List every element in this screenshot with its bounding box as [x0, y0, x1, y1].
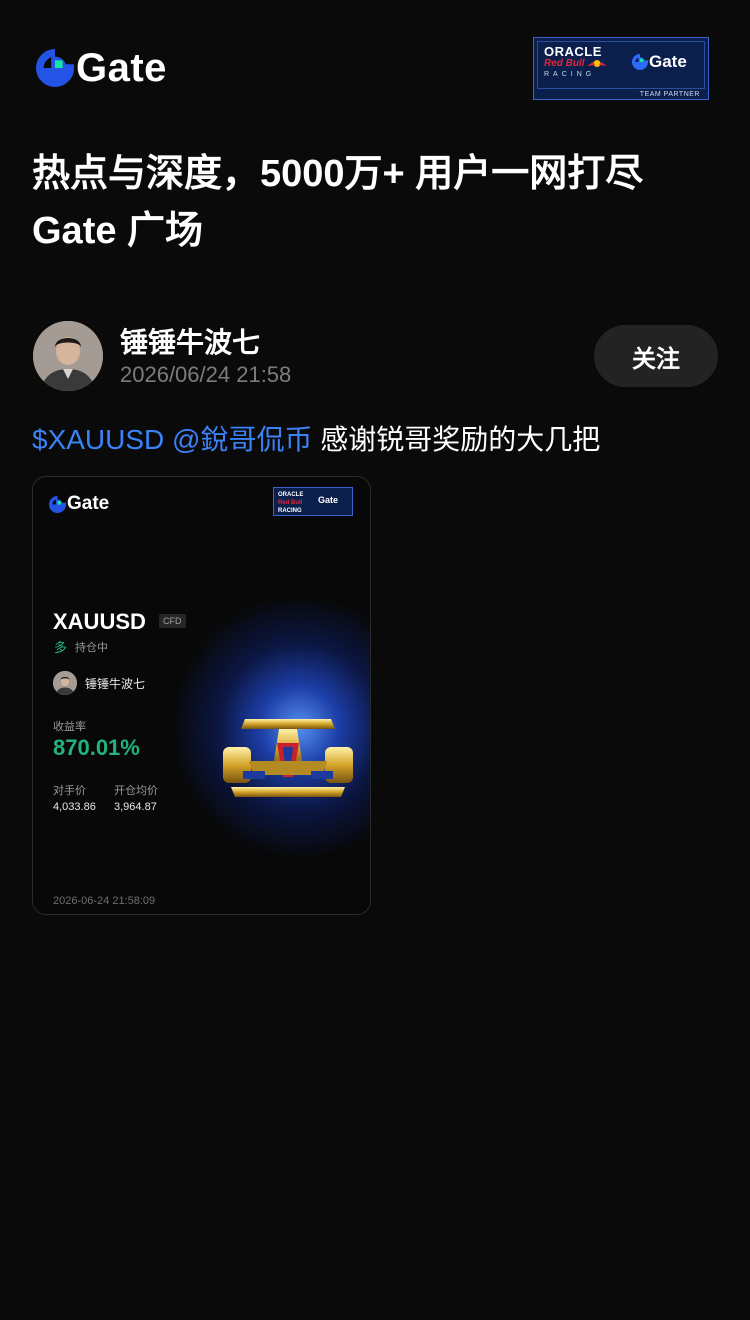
position-status: 持仓中	[75, 642, 108, 654]
badge-gate-text: Gate	[649, 52, 687, 71]
gold-f1-car-image	[223, 719, 353, 797]
post-body-text: 感谢锐哥奖励的大几把	[312, 424, 601, 455]
badge-gate-logo: Gate	[632, 52, 687, 72]
yield-label: 收益率	[53, 721, 86, 733]
team-partner-badge: ORACLE Red Bull RACING Gate TEAM PARTNER	[533, 37, 709, 100]
card-avatar	[53, 671, 77, 695]
card-timestamp: 2026-06-24 21:58:09	[53, 895, 156, 907]
logo-text: Gate	[76, 46, 167, 90]
card-logo-text: Gate	[67, 493, 110, 514]
badge-oracle-text: ORACLE	[544, 44, 602, 59]
entry-price-label: 开仓均价	[114, 785, 158, 797]
card-gate-logo: Gate	[49, 493, 109, 515]
mention-link[interactable]: @銳哥侃币	[172, 424, 312, 455]
mark-price-label: 对手价	[53, 785, 86, 797]
avatar-image	[33, 321, 103, 391]
card-badge-gate: Gate	[318, 495, 339, 505]
header: Gate ORACLE Red Bull RACING Gate TEAM PA…	[0, 0, 750, 140]
post-text: $XAUUSD @銳哥侃币 感谢锐哥奖励的大几把	[32, 418, 600, 458]
follow-button[interactable]: 关注	[594, 325, 718, 387]
card-badge-oracle: ORACLE	[278, 492, 304, 498]
badge-racing-text: RACING	[544, 71, 596, 78]
instrument-tag: CFD	[159, 614, 186, 628]
headline-line-2: Gate 广场	[32, 210, 204, 252]
post-timestamp: 2026/06/24 21:58	[120, 362, 292, 387]
page-headline: 热点与深度，5000万+ 用户一网打尽 Gate 广场	[32, 146, 722, 260]
author-avatar[interactable]	[33, 321, 103, 391]
mark-price-value: 4,033.86	[53, 801, 96, 813]
card-username: 锤锤牛波七	[85, 677, 146, 691]
card-badge-racing: RACING	[278, 508, 302, 514]
gate-logo-icon	[632, 54, 648, 70]
gate-logo[interactable]: Gate	[36, 48, 167, 88]
position-side: 多	[54, 640, 68, 655]
position-share-card[interactable]: Gate ORACLE Red Bull RACING Gate XAUUSD …	[32, 476, 371, 915]
card-badge-left: ORACLE Red Bull RACING	[278, 491, 303, 515]
gate-logo-icon	[36, 49, 74, 87]
card-symbol: XAUUSD	[53, 609, 146, 634]
badge-redbull-text: Red Bull	[544, 58, 585, 69]
card-partner-badge: ORACLE Red Bull RACING Gate	[273, 487, 353, 516]
yield-value: 870.01%	[53, 735, 140, 760]
red-bull-icon	[587, 60, 607, 67]
entry-price-value: 3,964.87	[114, 801, 157, 813]
gate-logo-icon	[49, 495, 66, 513]
badge-team-partner-text: TEAM PARTNER	[639, 91, 700, 98]
card-badge-redbull: Red Bull	[278, 500, 303, 506]
author-name[interactable]: 锤锤牛波七	[120, 321, 260, 361]
symbol-link[interactable]: $XAUUSD	[32, 424, 164, 455]
headline-line-1: 热点与深度，5000万+ 用户一网打尽	[32, 153, 644, 195]
card-avatar-image	[53, 671, 77, 695]
